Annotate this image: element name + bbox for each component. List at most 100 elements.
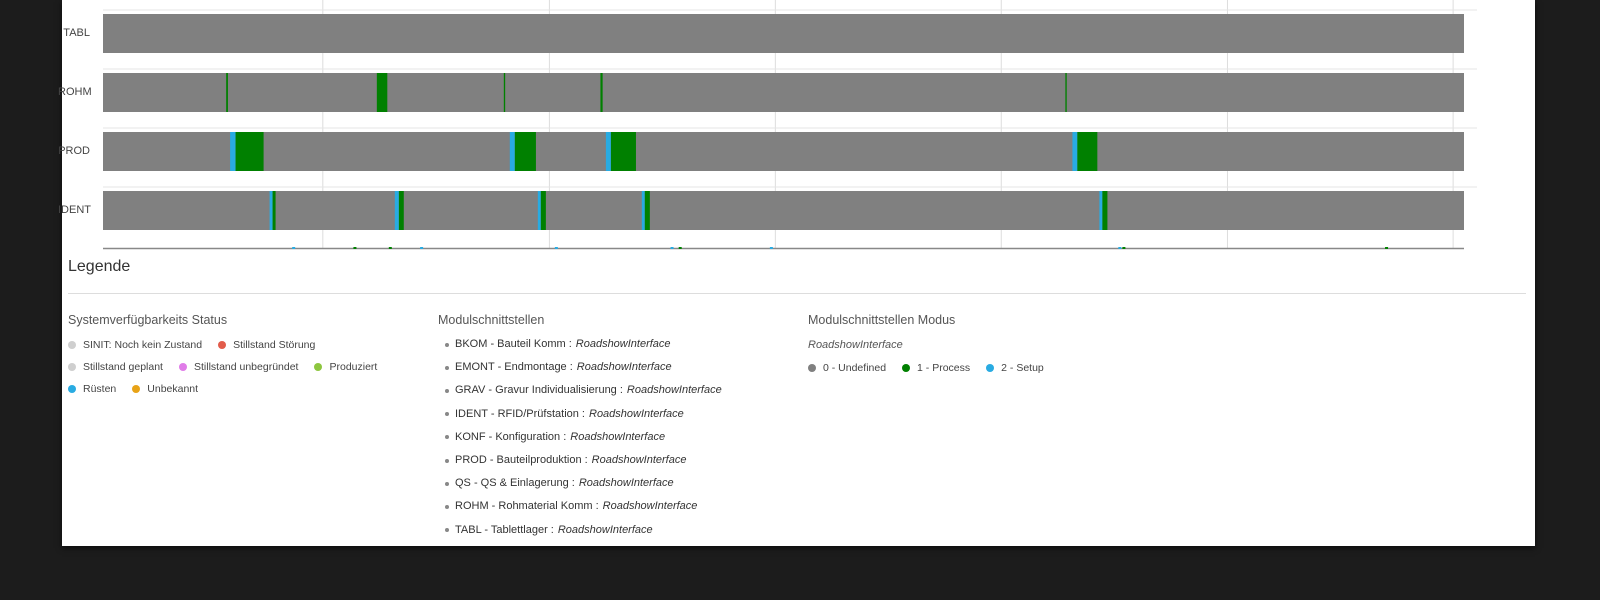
- module-name: ROHM - Rohmaterial Komm :: [455, 500, 599, 513]
- segment-ident-4: [537, 191, 541, 230]
- module-interface: RoadshowInterface: [626, 384, 722, 397]
- axis-event-mark-1: [353, 247, 357, 249]
- status-label: Stillstand unbegründet: [193, 361, 299, 373]
- module-list-item: KONF - Konfiguration : RoadshowInterface: [438, 426, 722, 449]
- status-color-dot-icon: [218, 341, 227, 349]
- module-legend-title: Modulschnittstellen: [438, 313, 545, 327]
- status-label: Rüsten: [83, 383, 117, 395]
- status-color-dot-icon: [68, 385, 76, 393]
- axis-event-mark-3: [420, 247, 424, 249]
- mode-legend-item: 1 - Process: [902, 362, 970, 374]
- segment-rohm-0: [226, 73, 228, 112]
- status-legend-title: Systemverfügbarkeits Status: [68, 313, 228, 327]
- status-legend-item: Stillstand unbegründet: [178, 361, 299, 373]
- bullet-icon: [445, 504, 449, 509]
- bullet-icon: [445, 342, 449, 347]
- mode-color-dot-icon: [808, 364, 816, 372]
- axis-event-mark-5: [670, 247, 674, 249]
- module-interface: RoadshowInterface: [591, 453, 687, 466]
- mode-interface-name: RoadshowInterface: [808, 339, 903, 351]
- bullet-icon: [445, 458, 449, 463]
- module-interface: RoadshowInterface: [578, 477, 674, 490]
- segment-ident-2: [394, 191, 399, 230]
- module-legend: Modulschnittstellen BKOM - Bauteil Komm …: [438, 313, 722, 542]
- module-interface: RoadshowInterface: [602, 500, 698, 513]
- module-list-item: QS - QS & Einlagerung : RoadshowInterface: [438, 472, 722, 495]
- module-list-item: GRAV - Gravur Individualisierung : Roadsh…: [438, 379, 722, 402]
- axis-event-mark-4: [554, 247, 558, 249]
- legend-title: Legende: [68, 258, 131, 275]
- bullet-icon: [445, 528, 449, 533]
- segment-rohm-2: [503, 73, 506, 112]
- segment-prod-4: [605, 132, 611, 171]
- timeline-svg: [103, 0, 1477, 250]
- module-list-item: PROD - Bauteilproduktion : RoadshowInterf…: [438, 449, 722, 472]
- status-label: SINIT: Noch kein Zustand: [83, 339, 203, 351]
- segment-ident-7: [644, 191, 650, 230]
- segment-ident-0: [269, 191, 273, 230]
- status-color-dot-icon: [132, 385, 141, 393]
- timeline-bar-tabl: [103, 14, 1464, 53]
- segment-prod-7: [1077, 132, 1098, 171]
- bullet-icon: [445, 388, 449, 393]
- module-list-item: TABL - Tablettlager : RoadshowInterface: [438, 519, 722, 542]
- status-color-dot-icon: [68, 341, 76, 349]
- module-name: PROD - Bauteilproduktion :: [455, 453, 588, 466]
- timeline-bar-ident: [103, 191, 1464, 230]
- module-interface: RoadshowInterface: [576, 361, 672, 374]
- segment-ident-9: [1102, 191, 1108, 230]
- mode-label: 0 - Undefined: [823, 362, 887, 374]
- segment-rohm-4: [1065, 73, 1067, 112]
- segment-rohm-1: [376, 73, 388, 112]
- axis-event-mark-8: [1118, 247, 1122, 249]
- module-list-item: ROHM - Rohmaterial Komm : RoadshowInterfa…: [438, 495, 722, 518]
- mode-color-dot-icon: [902, 364, 911, 372]
- status-label: Stillstand Störung: [233, 339, 316, 351]
- axis-event-mark-0: [292, 247, 296, 249]
- legend-divider: [68, 293, 1526, 294]
- bullet-icon: [445, 481, 449, 486]
- module-interface: RoadshowInterface: [570, 430, 666, 443]
- mode-label: 2 - Setup: [1001, 362, 1044, 374]
- bullet-icon: [445, 412, 449, 417]
- module-name: EMONT - Endmontage :: [455, 361, 573, 374]
- timeline-chart: TABL ROHM PROD IDENT: [58, 0, 1535, 256]
- status-legend-item: Stillstand Störung: [218, 339, 315, 351]
- row-label-rohm: ROHM: [58, 86, 92, 98]
- module-list: BKOM - Bauteil Komm : RoadshowInterface EM…: [438, 333, 722, 542]
- module-list-item: EMONT - Endmontage : RoadshowInterface: [438, 356, 722, 379]
- module-name: KONF - Konfiguration :: [455, 430, 567, 443]
- mode-legend: Modulschnittstellen Modus RoadshowInterf…: [808, 313, 1060, 374]
- module-list-item: IDENT - RFID/Prüfstation : RoadshowInterf…: [438, 403, 722, 426]
- segment-ident-1: [272, 191, 276, 230]
- mode-color-dot-icon: [986, 364, 995, 372]
- row-label-ident: IDENT: [58, 204, 91, 216]
- axis-event-mark-9: [1122, 247, 1126, 249]
- status-legend-item: Unbekannt: [132, 383, 198, 395]
- mode-legend-items: 0 - Undefined 1 - Process 2 - Setup: [808, 362, 1060, 374]
- segment-ident-8: [1099, 191, 1103, 230]
- mode-label: 1 - Process: [917, 362, 971, 374]
- segment-ident-3: [398, 191, 404, 230]
- status-color-dot-icon: [178, 363, 187, 371]
- row-label-prod: PROD: [58, 145, 90, 157]
- mode-legend-item: 0 - Undefined: [808, 362, 886, 374]
- status-label: Unbekannt: [147, 383, 199, 395]
- content-panel: TABL ROHM PROD IDENT Legende Systemverfügba…: [58, 0, 1535, 546]
- status-color-dot-icon: [314, 363, 323, 371]
- segment-prod-1: [235, 132, 264, 171]
- segment-prod-5: [610, 132, 636, 171]
- row-label-tabl: TABL: [63, 27, 90, 39]
- status-legend-item: SINIT: Noch kein Zustand: [68, 339, 202, 351]
- status-legend-items: SINIT: Noch kein Zustand Stillstand Störu…: [68, 339, 418, 395]
- segment-prod-6: [1072, 132, 1078, 171]
- segment-ident-5: [540, 191, 546, 230]
- module-interface: RoadshowInterface: [575, 338, 671, 350]
- status-color-dot-icon: [68, 363, 76, 371]
- status-legend: Systemverfügbarkeits Status SINIT: Noch …: [68, 313, 418, 395]
- mode-legend-item: 2 - Setup: [986, 362, 1044, 374]
- segment-prod-3: [514, 132, 536, 171]
- bullet-icon: [445, 365, 449, 370]
- module-name: GRAV - Gravur Individualisierung :: [455, 384, 623, 397]
- module-interface: RoadshowInterface: [589, 407, 684, 420]
